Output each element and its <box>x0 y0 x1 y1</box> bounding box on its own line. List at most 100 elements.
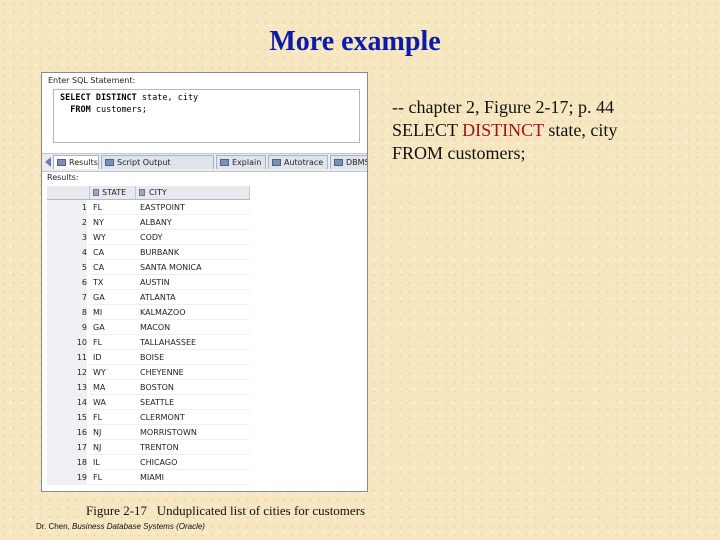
cell-state[interactable]: FL <box>90 410 136 425</box>
column-header-city-label: CITY <box>149 188 167 197</box>
autotrace-icon <box>272 159 281 166</box>
cell-state[interactable]: WA <box>90 395 136 410</box>
cell-city[interactable]: CHEYENNE <box>136 365 250 380</box>
tab-dbms-output[interactable]: DBMS Output <box>330 155 368 169</box>
sql-notes: -- chapter 2, Figure 2-17; p. 44 SELECT … <box>392 96 617 165</box>
cell-city[interactable]: MACON <box>136 320 250 335</box>
cell-state[interactable]: ID <box>90 350 136 365</box>
editor-table: customers; <box>90 105 148 115</box>
table-row[interactable]: 2 NY ALBANY <box>47 215 250 230</box>
cell-city[interactable]: BOSTON <box>136 380 250 395</box>
tab-results-label: Results <box>69 158 98 167</box>
row-number: 1 <box>47 200 87 215</box>
cell-city[interactable]: TRENTON <box>136 440 250 455</box>
editor-columns: state, city <box>136 93 199 103</box>
cell-state[interactable]: FL <box>90 335 136 350</box>
row-number: 5 <box>47 260 87 275</box>
cell-city[interactable]: CHICAGO <box>136 455 250 470</box>
table-row[interactable]: 5 CA SANTA MONICA <box>47 260 250 275</box>
cell-city[interactable]: AUSTIN <box>136 275 250 290</box>
tab-script-output-label: Script Output <box>117 158 171 167</box>
notes-select-columns: state, city <box>543 120 618 140</box>
cell-state[interactable]: FL <box>90 200 136 215</box>
cell-city[interactable]: ALBANY <box>136 215 250 230</box>
tab-script-output[interactable]: Script Output <box>101 155 214 169</box>
table-row[interactable]: 18 IL CHICAGO <box>47 455 250 470</box>
cell-state[interactable]: NJ <box>90 440 136 455</box>
cell-city[interactable]: BOISE <box>136 350 250 365</box>
cell-city[interactable]: EASTPOINT <box>136 200 250 215</box>
cell-city[interactable]: ATLANTA <box>136 290 250 305</box>
table-row[interactable]: 10 FL TALLAHASSEE <box>47 335 250 350</box>
row-number: 14 <box>47 395 87 410</box>
row-number: 13 <box>47 380 87 395</box>
cell-city[interactable]: SANTA MONICA <box>136 260 250 275</box>
tab-autotrace[interactable]: Autotrace <box>268 155 328 169</box>
cell-state[interactable]: NJ <box>90 425 136 440</box>
footer-author: Dr. Chen, <box>36 522 73 531</box>
table-row[interactable]: 9 GA MACON <box>47 320 250 335</box>
table-row[interactable]: 11 ID BOISE <box>47 350 250 365</box>
editor-line-1: SELECT DISTINCT state, city <box>60 93 198 103</box>
script-output-icon <box>105 159 114 166</box>
notes-line-chapter: -- chapter 2, Figure 2-17; p. 44 <box>392 97 614 117</box>
table-row[interactable]: 14 WA SEATTLE <box>47 395 250 410</box>
scroll-left-arrow-icon[interactable] <box>45 157 51 167</box>
sort-icon <box>93 189 99 196</box>
explain-icon <box>220 159 229 166</box>
sql-pane-label: Enter SQL Statement: <box>48 76 136 85</box>
editor-keyword-from: FROM <box>70 105 91 115</box>
cell-city[interactable]: SEATTLE <box>136 395 250 410</box>
row-number: 6 <box>47 275 87 290</box>
row-number: 17 <box>47 440 87 455</box>
cell-state[interactable]: MI <box>90 305 136 320</box>
table-row[interactable]: 1 FL EASTPOINT <box>47 200 250 215</box>
cell-state[interactable]: FL <box>90 470 136 485</box>
column-header-city[interactable]: CITY <box>136 186 250 199</box>
tab-explain[interactable]: Explain <box>216 155 266 169</box>
row-number: 2 <box>47 215 87 230</box>
tab-results[interactable]: Results <box>53 155 99 169</box>
cell-city[interactable]: CLERMONT <box>136 410 250 425</box>
footer-book-title: Business Database Systems (Oracle) <box>72 522 205 531</box>
table-row[interactable]: 7 GA ATLANTA <box>47 290 250 305</box>
notes-distinct-keyword: DISTINCT <box>462 120 544 140</box>
table-row[interactable]: 6 TX AUSTIN <box>47 275 250 290</box>
table-row[interactable]: 8 MI KALMAZOO <box>47 305 250 320</box>
dbms-output-icon <box>334 159 343 166</box>
cell-state[interactable]: GA <box>90 290 136 305</box>
tab-dbms-output-label: DBMS Output <box>346 158 368 167</box>
table-row[interactable]: 15 FL CLERMONT <box>47 410 250 425</box>
cell-state[interactable]: CA <box>90 245 136 260</box>
results-tab-bar: Results Script Output Explain Autotrace … <box>42 153 367 172</box>
cell-city[interactable]: BURBANK <box>136 245 250 260</box>
table-row[interactable]: 19 FL MIAMI <box>47 470 250 485</box>
cell-city[interactable]: KALMAZOO <box>136 305 250 320</box>
cell-state[interactable]: WY <box>90 230 136 245</box>
slide-footer: Dr. Chen, Business Database Systems (Ora… <box>36 522 205 531</box>
column-header-state[interactable]: STATE <box>90 186 136 199</box>
cell-city[interactable]: CODY <box>136 230 250 245</box>
table-row[interactable]: 16 NJ MORRISTOWN <box>47 425 250 440</box>
cell-state[interactable]: CA <box>90 260 136 275</box>
cell-city[interactable]: MIAMI <box>136 470 250 485</box>
cell-state[interactable]: WY <box>90 365 136 380</box>
table-row[interactable]: 13 MA BOSTON <box>47 380 250 395</box>
cell-state[interactable]: NY <box>90 215 136 230</box>
cell-state[interactable]: GA <box>90 320 136 335</box>
sql-editor[interactable]: SELECT DISTINCT state, city FROM custome… <box>53 89 360 143</box>
row-number: 19 <box>47 470 87 485</box>
table-row[interactable]: 12 WY CHEYENNE <box>47 365 250 380</box>
cell-state[interactable]: IL <box>90 455 136 470</box>
table-row[interactable]: 17 NJ TRENTON <box>47 440 250 455</box>
cell-city[interactable]: MORRISTOWN <box>136 425 250 440</box>
row-number: 7 <box>47 290 87 305</box>
table-row[interactable]: 3 WY CODY <box>47 230 250 245</box>
results-grid-header: STATE CITY <box>47 186 250 200</box>
column-header-state-label: STATE <box>102 188 127 197</box>
cell-state[interactable]: TX <box>90 275 136 290</box>
figure-caption: Figure 2-17 Unduplicated list of cities … <box>86 503 366 518</box>
cell-city[interactable]: TALLAHASSEE <box>136 335 250 350</box>
cell-state[interactable]: MA <box>90 380 136 395</box>
table-row[interactable]: 4 CA BURBANK <box>47 245 250 260</box>
